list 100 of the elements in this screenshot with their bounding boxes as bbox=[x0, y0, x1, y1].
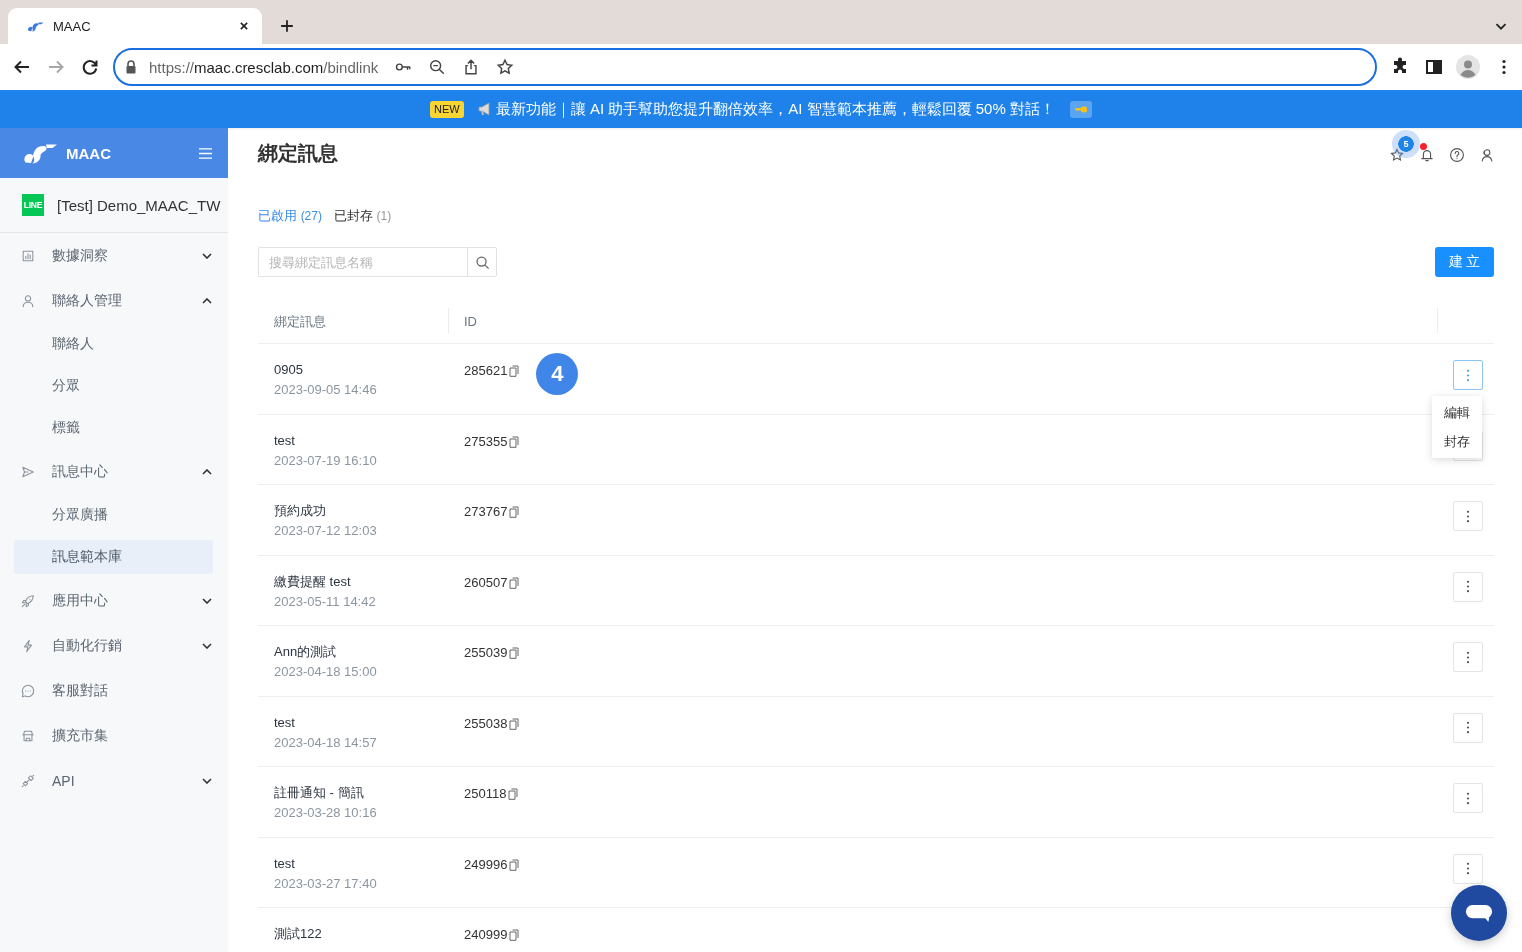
person-icon bbox=[21, 293, 35, 308]
created-date: 2023-09-05 14:46 bbox=[274, 381, 378, 399]
pointing-hand-icon bbox=[1069, 100, 1092, 118]
sidebar-item[interactable]: 擴充市集 bbox=[0, 713, 228, 758]
more-vertical-icon bbox=[1466, 791, 1470, 805]
account-selector[interactable]: LINE [Test] Demo_MAAC_TW bbox=[0, 178, 228, 233]
menu-icon[interactable] bbox=[198, 146, 213, 160]
sidebar-item[interactable]: 訊息中心 bbox=[0, 449, 228, 494]
message-id: 250118 bbox=[464, 785, 507, 803]
search-button[interactable] bbox=[467, 247, 497, 277]
message-id: 255038 bbox=[464, 714, 508, 733]
copy-icon[interactable] bbox=[508, 788, 519, 800]
status-tab[interactable]: 已啟用 (27) bbox=[258, 207, 322, 225]
message-name: 測試122 bbox=[274, 925, 323, 943]
zoom-out-icon[interactable] bbox=[428, 58, 447, 76]
chat-bubble-icon bbox=[1465, 902, 1493, 924]
megaphone-icon bbox=[476, 101, 493, 117]
count-badge: 5 bbox=[1392, 130, 1420, 158]
message-name: test bbox=[274, 854, 296, 873]
new-badge: NEW bbox=[430, 100, 464, 118]
sidebar-item[interactable]: 應用中心 bbox=[0, 578, 228, 623]
message-id: 260507 bbox=[464, 573, 508, 592]
address-bar[interactable]: https://maac.cresclab.com/bindlink bbox=[113, 48, 1377, 86]
created-date: 2023-05-11 14:42 bbox=[274, 592, 377, 611]
sidebar-subitem[interactable]: 分眾 bbox=[14, 369, 213, 403]
message-id: 255039 bbox=[464, 644, 508, 662]
message-id: 285621 bbox=[464, 362, 508, 380]
sidebar-item[interactable]: API bbox=[0, 758, 228, 803]
logo-icon bbox=[24, 142, 58, 164]
more-vertical-icon bbox=[1466, 368, 1470, 382]
chevron-down-icon[interactable] bbox=[202, 597, 212, 604]
menu-item[interactable]: 封存 bbox=[1432, 427, 1482, 456]
help-icon[interactable] bbox=[1449, 147, 1465, 163]
column-header: ID bbox=[464, 314, 477, 329]
channel-badge: LINE bbox=[22, 194, 44, 216]
avatar-icon[interactable] bbox=[1456, 55, 1480, 79]
message-id: 249996 bbox=[464, 855, 508, 874]
logo-icon bbox=[28, 20, 44, 32]
sidebar-item[interactable]: 聯絡人管理 bbox=[0, 278, 228, 323]
created-date: 2023-03-28 10:16 bbox=[274, 804, 378, 822]
message-name: test bbox=[274, 713, 296, 732]
column-header: 綁定訊息 bbox=[274, 312, 326, 331]
sidebar-item[interactable]: 客服對話 bbox=[0, 668, 228, 713]
sidebar-item[interactable]: 數據洞察 bbox=[0, 233, 228, 278]
message-id: 273767 bbox=[464, 503, 508, 521]
sidebar-subitem[interactable]: 聯絡人 bbox=[14, 327, 213, 361]
message-id: 275355 bbox=[464, 432, 508, 451]
chevron-down-icon[interactable] bbox=[202, 642, 212, 649]
sidebar-subitem[interactable]: 分眾廣播 bbox=[14, 498, 213, 532]
brand-name: MAAC bbox=[66, 144, 111, 162]
sidebar-item[interactable]: 自動化行銷 bbox=[0, 623, 228, 668]
add-icon[interactable] bbox=[278, 17, 296, 35]
lock-icon[interactable] bbox=[124, 59, 138, 75]
copy-icon[interactable] bbox=[509, 506, 520, 518]
message-name: 繳費提醒 test bbox=[274, 572, 352, 591]
created-date: 2023-07-19 16:10 bbox=[274, 451, 378, 470]
created-date: 2023-03-27 17:40 bbox=[274, 874, 378, 893]
create-button[interactable]: 建 立 bbox=[1435, 247, 1494, 277]
chevron-down-icon[interactable] bbox=[202, 252, 212, 259]
copy-icon[interactable] bbox=[509, 365, 520, 377]
link-icon bbox=[21, 773, 35, 788]
bar-chart-icon bbox=[21, 248, 35, 263]
message-name: 預約成功 bbox=[274, 502, 327, 520]
copy-icon[interactable] bbox=[509, 929, 520, 941]
copy-icon[interactable] bbox=[509, 647, 520, 659]
bookmark-star-icon[interactable] bbox=[496, 58, 515, 76]
status-tab[interactable]: 已封存 (1) bbox=[333, 207, 392, 225]
more-vertical-icon bbox=[1466, 509, 1470, 523]
sidebar-subitem[interactable]: 訊息範本庫 bbox=[14, 540, 213, 574]
search-icon bbox=[474, 254, 490, 270]
browser-tab[interactable]: MAAC bbox=[8, 8, 262, 44]
sidebar-subitem[interactable]: 標籤 bbox=[14, 411, 213, 445]
menu-item[interactable]: 編輯 bbox=[1432, 398, 1482, 427]
copy-icon[interactable] bbox=[509, 576, 520, 589]
user-icon[interactable] bbox=[1479, 147, 1495, 163]
chevron-up-icon[interactable] bbox=[202, 468, 212, 475]
chevron-down-icon[interactable] bbox=[202, 777, 212, 784]
page-title: 綁定訊息 bbox=[258, 140, 338, 166]
bell-icon[interactable] bbox=[1419, 147, 1435, 163]
close-icon[interactable] bbox=[237, 19, 251, 33]
copy-icon[interactable] bbox=[509, 717, 520, 730]
chat-icon bbox=[21, 683, 35, 698]
message-name: 0905 bbox=[274, 361, 304, 379]
message-name: test bbox=[274, 431, 296, 450]
created-date: 2023-07-12 12:03 bbox=[274, 522, 378, 540]
message-name: Ann的測試 bbox=[274, 643, 338, 661]
copy-icon[interactable] bbox=[509, 858, 520, 871]
created-date: 2023-04-18 15:00 bbox=[274, 663, 378, 681]
chevron-up-icon[interactable] bbox=[202, 297, 212, 304]
created-date: 2023-04-18 14:57 bbox=[274, 733, 378, 752]
message-id: 240999 bbox=[464, 926, 508, 944]
reload-icon[interactable] bbox=[80, 57, 100, 77]
send-icon bbox=[21, 464, 35, 479]
more-vertical-icon bbox=[1466, 580, 1470, 593]
copy-icon[interactable] bbox=[509, 435, 520, 448]
rocket-icon bbox=[21, 593, 35, 608]
store-icon bbox=[21, 728, 35, 743]
step-marker: 4 bbox=[536, 353, 579, 395]
more-vertical-icon bbox=[1466, 721, 1470, 734]
search-field[interactable]: 搜尋綁定訊息名稱 bbox=[258, 247, 467, 277]
